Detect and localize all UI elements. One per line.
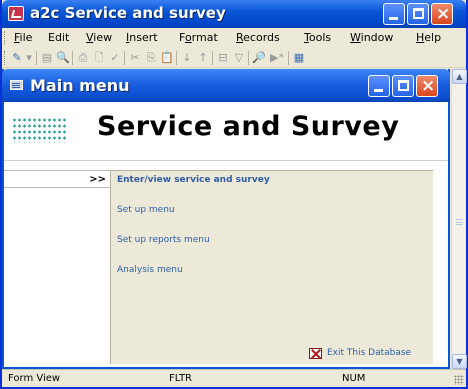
menu-records[interactable]: Records — [236, 31, 280, 44]
filter-by-selection-icon[interactable]: ⊟ — [216, 51, 230, 65]
access-app-icon[interactable] — [8, 6, 24, 21]
toolbar-separator — [212, 51, 213, 65]
exit-database-button[interactable]: Exit This Database — [309, 347, 421, 360]
spelling-icon[interactable]: ✓ — [108, 51, 122, 65]
dot-grid-logo — [12, 117, 68, 143]
filter-by-form-icon[interactable]: ▽ — [232, 51, 246, 65]
menu-item-reports[interactable]: Set up reports menu — [117, 235, 210, 245]
maximize-icon — [398, 80, 409, 91]
status-bar: Form View FLTR NUM — [2, 369, 466, 387]
menu-file[interactable]: File — [14, 31, 32, 44]
toolbar-separator — [288, 51, 289, 65]
status-filter: FLTR — [169, 373, 193, 384]
menu-format[interactable]: Format — [179, 31, 218, 44]
vertical-scrollbar[interactable]: ▲ ▼ — [451, 69, 467, 369]
form-banner: Service and Survey — [97, 111, 400, 142]
menu-view[interactable]: View — [86, 31, 112, 44]
scroll-down-button[interactable]: ▼ — [452, 354, 467, 369]
status-num: NUM — [342, 373, 366, 384]
menubar-grip[interactable] — [4, 31, 7, 45]
minimize-icon — [374, 89, 383, 92]
exit-label: Exit This Database — [327, 348, 412, 358]
title-bar[interactable]: a2c Service and survey × — [2, 0, 466, 28]
form-icon[interactable] — [10, 80, 23, 90]
file-search-icon[interactable]: 🔍 — [56, 51, 70, 65]
toolbar-separator — [176, 51, 177, 65]
toolbar-separator — [248, 51, 249, 65]
save-icon[interactable]: ▤ — [40, 51, 54, 65]
application-window: a2c Service and survey × File Edit View … — [0, 0, 468, 389]
switchboard-panel: Enter/view service and survey Set up men… — [110, 170, 434, 365]
menu-window[interactable]: Window — [350, 31, 393, 44]
main-menu-title-bar[interactable]: Main menu × — [2, 69, 450, 102]
copy-icon[interactable]: ⎘ — [144, 51, 158, 65]
toolbar-grip[interactable] — [4, 51, 7, 65]
find-icon[interactable]: 🔎 — [252, 51, 266, 65]
sort-ascending-icon[interactable]: ↓ — [180, 51, 194, 65]
form-detail: >> Enter/view service and survey Set up … — [4, 162, 448, 367]
scroll-up-button[interactable]: ▲ — [452, 69, 467, 84]
switchboard-form: Service and Survey >> Enter/view service… — [4, 102, 448, 367]
current-item-marker: >> — [89, 174, 106, 185]
exit-icon — [309, 348, 322, 359]
selected-row-indicator: >> — [4, 170, 110, 188]
toolbar: ✎ ▾ ▤ 🔍 ⎙ 🗋 ✓ ✂ ⎘ 📋 ↓ ↑ ⊟ ▽ 🔎 ▶* ▦ — [2, 48, 466, 68]
dropdown-arrow-icon[interactable]: ▾ — [22, 51, 36, 65]
close-button[interactable]: × — [431, 3, 453, 25]
inner-maximize-button[interactable] — [392, 75, 414, 97]
resize-grip[interactable] — [454, 375, 464, 385]
window-title: a2c Service and survey — [30, 4, 226, 22]
main-menu-window: Main menu × Service and Survey >> Enter/… — [2, 69, 450, 369]
minimize-icon — [389, 17, 398, 20]
minimize-button[interactable] — [383, 3, 405, 25]
form-header: Service and Survey — [4, 102, 448, 161]
maximize-button[interactable] — [407, 3, 429, 25]
menu-insert[interactable]: Insert — [126, 31, 158, 44]
maximize-icon — [413, 8, 424, 19]
toolbar-separator — [36, 51, 37, 65]
selector-column: >> — [4, 162, 110, 367]
inner-close-button[interactable]: × — [416, 75, 438, 97]
print-preview-icon[interactable]: 🗋 — [92, 51, 106, 65]
close-icon: × — [436, 4, 451, 24]
toolbar-separator — [72, 51, 73, 65]
toolbar-separator — [124, 51, 125, 65]
sort-descending-icon[interactable]: ↑ — [196, 51, 210, 65]
menu-bar: File Edit View Insert Format Records Too… — [2, 28, 466, 48]
menu-item-enter-view[interactable]: Enter/view service and survey — [117, 175, 270, 185]
close-icon: × — [421, 76, 436, 96]
menu-item-setup[interactable]: Set up menu — [117, 205, 175, 215]
cut-icon[interactable]: ✂ — [128, 51, 142, 65]
paste-icon[interactable]: 📋 — [160, 51, 174, 65]
menu-edit[interactable]: Edit — [48, 31, 69, 44]
database-window-icon[interactable]: ▦ — [292, 51, 306, 65]
inner-minimize-button[interactable] — [368, 75, 390, 97]
menu-tools[interactable]: Tools — [304, 31, 331, 44]
main-menu-title: Main menu — [30, 76, 130, 95]
print-icon[interactable]: ⎙ — [76, 51, 90, 65]
status-view: Form View — [8, 373, 61, 384]
menu-help[interactable]: Help — [416, 31, 441, 44]
new-record-icon[interactable]: ▶* — [270, 51, 284, 65]
menu-item-analysis[interactable]: Analysis menu — [117, 265, 183, 275]
scroll-thumb-grip — [456, 219, 463, 225]
